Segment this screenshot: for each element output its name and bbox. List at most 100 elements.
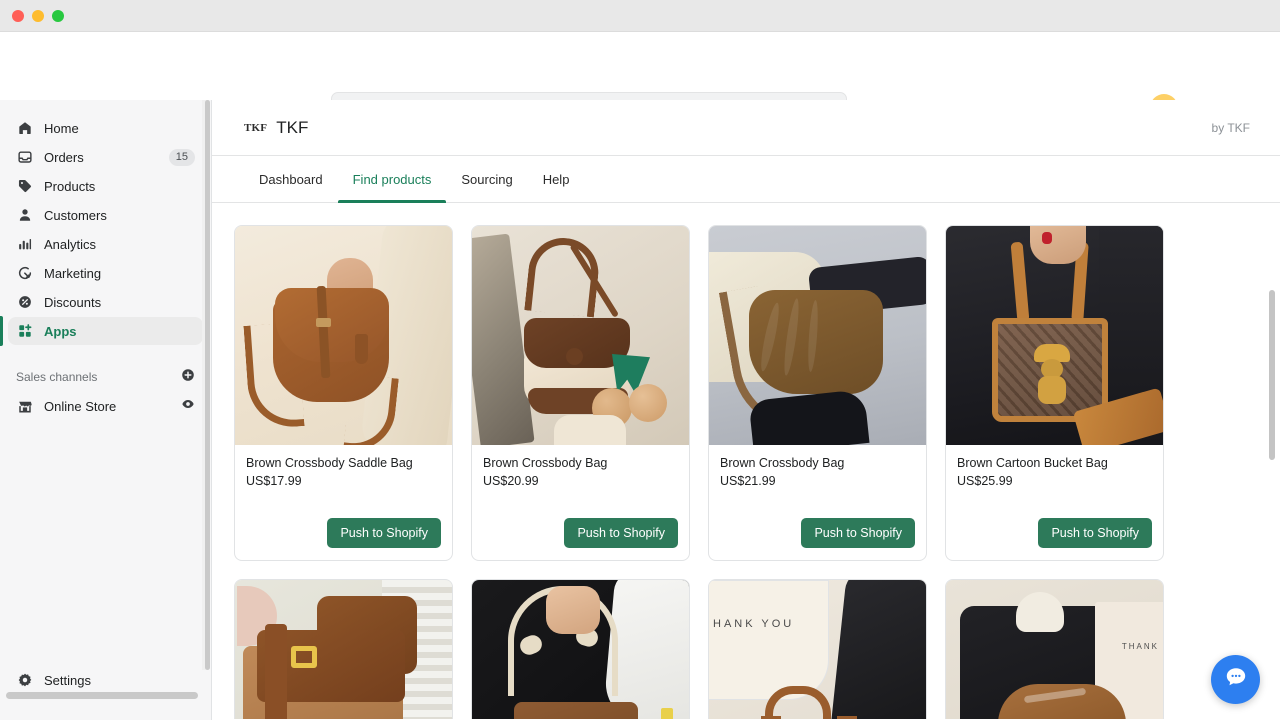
app-logo: TKF [244, 121, 268, 134]
product-card[interactable]: HANK YOU [708, 579, 927, 719]
sidebar-item-label: Customers [44, 207, 107, 223]
sidebar-item-label: Orders [44, 149, 84, 165]
product-info: Brown Crossbody Bag US$20.99 [472, 445, 689, 518]
page-title: TKF [276, 117, 309, 137]
product-image: THANK [946, 580, 1163, 719]
sidebar-item-customers[interactable]: Customers [8, 201, 203, 229]
sidebar-item-discounts[interactable]: Discounts [8, 288, 203, 316]
sidebar-item-label: Marketing [44, 265, 102, 281]
store-icon [16, 397, 34, 415]
window-titlebar [0, 0, 1280, 32]
push-to-shopify-button[interactable]: Push to Shopify [1038, 518, 1152, 548]
push-to-shopify-button[interactable]: Push to Shopify [564, 518, 678, 548]
product-image [235, 580, 452, 719]
product-price: US$25.99 [957, 473, 1013, 488]
tab-label: Find products [352, 171, 432, 187]
sidebar-item-apps[interactable]: Apps [0, 316, 203, 346]
product-info: Brown Crossbody Bag US$21.99 [709, 445, 926, 518]
global-topbar: AS Admin [0, 32, 1280, 124]
product-image [472, 226, 689, 445]
sidebar-item-analytics[interactable]: Analytics [8, 230, 203, 258]
tab-label: Dashboard [259, 171, 323, 187]
apps-icon [16, 322, 34, 340]
window-controls [12, 9, 64, 22]
sales-channels-header: Sales channels [8, 364, 203, 390]
maximize-window-button[interactable] [52, 9, 64, 22]
sidebar-item-marketing[interactable]: Marketing [8, 259, 203, 287]
sidebar-vertical-scrollbar-thumb[interactable] [205, 100, 210, 670]
product-image [472, 580, 689, 719]
product-card[interactable]: Brown Crossbody Bag US$21.99 Push to Sho… [708, 225, 927, 561]
product-image [709, 226, 926, 445]
products-icon [16, 177, 34, 195]
tab-find-products[interactable]: Find products [337, 156, 447, 203]
close-window-button[interactable] [12, 9, 24, 22]
product-price: US$21.99 [720, 473, 776, 488]
discounts-icon [16, 293, 34, 311]
analytics-icon [16, 235, 34, 253]
tab-help[interactable]: Help [528, 156, 585, 202]
product-image [946, 226, 1163, 445]
chat-bubble-button[interactable] [1211, 655, 1260, 704]
product-card[interactable] [471, 579, 690, 719]
plus-circle-icon[interactable] [181, 368, 195, 387]
push-to-shopify-button[interactable]: Push to Shopify [327, 518, 441, 548]
main-content: TKF TKF by TKF Dashboard Find products S… [212, 100, 1280, 720]
product-info: Brown Crossbody Saddle Bag US$17.99 [235, 445, 452, 518]
product-title: Brown Crossbody Bag [720, 456, 845, 470]
push-to-shopify-button[interactable]: Push to Shopify [801, 518, 915, 548]
eye-icon[interactable] [181, 397, 195, 416]
sidebar-item-label: Apps [44, 323, 77, 339]
orders-badge: 15 [168, 148, 195, 166]
product-grid: Brown Crossbody Saddle Bag US$17.99 Push… [234, 225, 1280, 719]
tab-label: Sourcing [461, 171, 513, 187]
product-card-footer: Push to Shopify [235, 518, 452, 560]
product-card[interactable] [234, 579, 453, 719]
marketing-icon [16, 264, 34, 282]
orders-icon [16, 148, 34, 166]
product-card[interactable]: THANK [945, 579, 1164, 719]
chat-bubble-icon [1223, 664, 1249, 695]
product-title: Brown Crossbody Saddle Bag [246, 456, 413, 470]
sidebar: Home Orders 15 Products Customers Analyt… [0, 100, 212, 720]
product-image: HANK YOU [709, 580, 926, 719]
product-card-footer: Push to Shopify [946, 518, 1163, 560]
sidebar-horizontal-scrollbar-thumb[interactable] [6, 692, 198, 699]
product-card[interactable]: Brown Crossbody Bag US$20.99 Push to Sho… [471, 225, 690, 561]
product-card[interactable]: Brown Crossbody Saddle Bag US$17.99 Push… [234, 225, 453, 561]
tab-dashboard[interactable]: Dashboard [244, 156, 338, 202]
sidebar-item-online-store[interactable]: Online Store [8, 392, 203, 420]
product-image [235, 226, 452, 445]
product-grid-scroll-area[interactable]: Brown Crossbody Saddle Bag US$17.99 Push… [212, 203, 1280, 719]
product-title: Brown Crossbody Bag [483, 456, 608, 470]
sidebar-item-label: Products [44, 178, 96, 194]
product-title: Brown Cartoon Bucket Bag [957, 456, 1108, 470]
sidebar-item-orders[interactable]: Orders 15 [8, 143, 203, 171]
gear-icon [16, 671, 34, 689]
customers-icon [16, 206, 34, 224]
product-price: US$20.99 [483, 473, 539, 488]
thank-paper-bag-text: THANK [1121, 642, 1159, 651]
sidebar-item-home[interactable]: Home [8, 114, 203, 142]
app-tabs: Dashboard Find products Sourcing Help [212, 156, 1280, 203]
tab-sourcing[interactable]: Sourcing [446, 156, 527, 202]
product-card-footer: Push to Shopify [472, 518, 689, 560]
product-price: US$17.99 [246, 473, 302, 488]
sidebar-item-label: Discounts [44, 294, 102, 310]
thank-you-card-text: HANK YOU [713, 618, 795, 630]
product-card[interactable]: Brown Cartoon Bucket Bag US$25.99 Push t… [945, 225, 1164, 561]
main-vertical-scrollbar-thumb[interactable] [1269, 290, 1275, 460]
app-header: TKF TKF by TKF [212, 100, 1280, 156]
sidebar-item-label: Settings [44, 672, 91, 688]
minimize-window-button[interactable] [32, 9, 44, 22]
sales-channels-label: Sales channels [16, 370, 98, 384]
sidebar-item-label: Analytics [44, 236, 97, 252]
app-byline: by TKF [1211, 120, 1250, 135]
home-icon [16, 119, 34, 137]
sidebar-item-label: Home [44, 120, 79, 136]
product-card-footer: Push to Shopify [709, 518, 926, 560]
sidebar-item-products[interactable]: Products [8, 172, 203, 200]
sidebar-item-label: Online Store [44, 398, 117, 414]
tab-label: Help [542, 171, 570, 187]
